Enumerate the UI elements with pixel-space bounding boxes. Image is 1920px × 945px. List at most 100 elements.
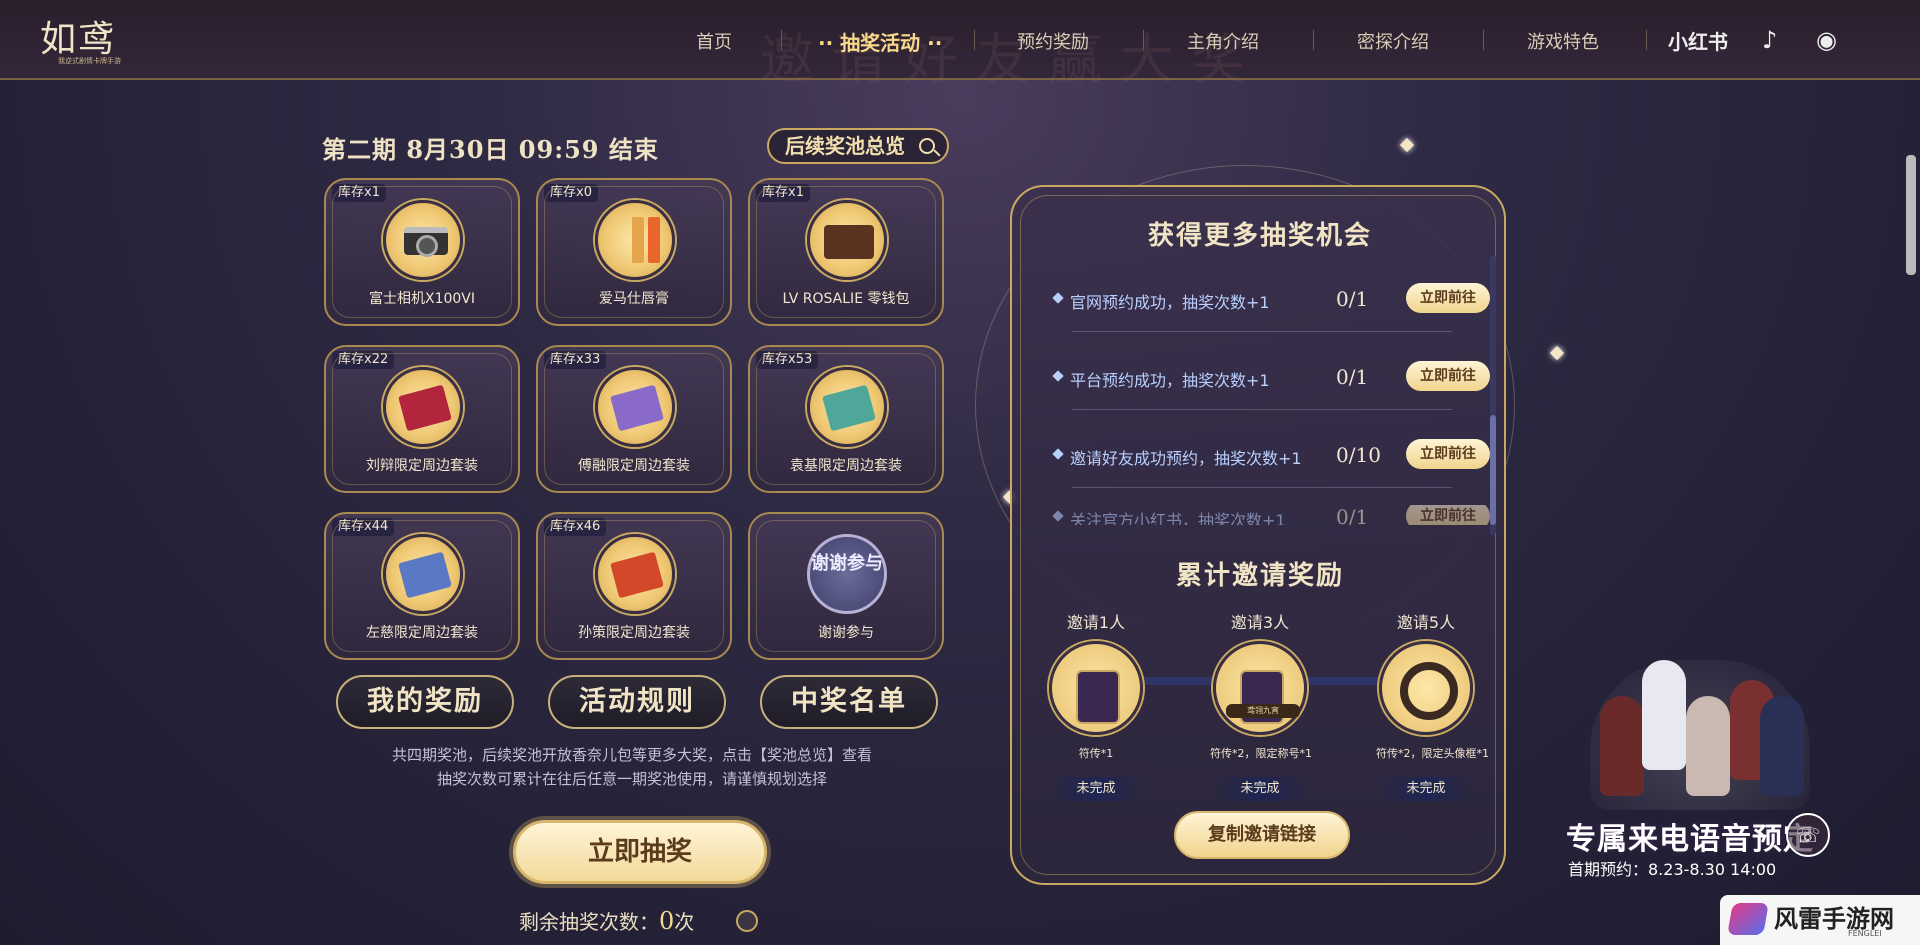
task-text: 平台预约成功，抽奖次数+1 [1070, 371, 1270, 390]
task-count: 0/1 [1336, 505, 1369, 525]
go-button[interactable]: 立即前往 [1406, 439, 1490, 469]
nav-protagonist[interactable]: 主角介绍 [1187, 28, 1259, 54]
go-button[interactable]: 立即前往 [1406, 283, 1490, 313]
remaining-draws: 剩余抽奖次数：0次 [519, 907, 695, 935]
tier-reward: 符传*1 [1078, 747, 1114, 760]
weibo-icon[interactable]: ◉ [1816, 26, 1837, 54]
top-navigation-bar: 邀请好友赢大奖 如鸢 我逆式剧情卡牌手游 首页 ·· 抽奖活动 ·· 预约奖励 主… [0, 0, 1920, 91]
stock-badge: 库存x22 [332, 351, 395, 369]
prize-card-furong: 库存x33 傅融限定周边套装 [536, 345, 732, 493]
winners-list-button[interactable]: 中奖名单 [760, 675, 938, 729]
wallet-icon [807, 200, 887, 280]
invite-title: 累计邀请奖励 [1175, 561, 1344, 591]
task-row: 官网预约成功，抽奖次数+1 0/1 立即前往 [1042, 281, 1490, 321]
lipstick-icon [595, 200, 675, 280]
period-info: 第二期 8月30日 09:59 结束 [322, 135, 659, 164]
xiaohongshu-link[interactable]: 小红书 [1668, 26, 1728, 55]
diamond-icon [1052, 370, 1064, 382]
invite-tier-3: 邀请3人 鸢翎九宵 符传*2，限定称号*1 未完成 [1210, 609, 1312, 801]
prize-card-wallet: 库存x1 LV ROSALIE 零钱包 [748, 178, 944, 326]
task-count: 0/1 [1336, 287, 1369, 311]
avatar-frame-icon [1379, 641, 1473, 735]
game-logo[interactable]: 如鸢 我逆式剧情卡牌手游 [40, 10, 135, 70]
tiktok-icon[interactable]: ♪ [1762, 26, 1777, 54]
refresh-icon[interactable] [736, 910, 758, 932]
nav-features[interactable]: 游戏特色 [1527, 28, 1599, 54]
task-count: 0/10 [1336, 443, 1381, 467]
prize-card-yuanji: 库存x53 袁基限定周边套装 [748, 345, 944, 493]
fenglei-logo-icon [1727, 903, 1769, 935]
invite-tier-1: 邀请1人 符传*1 未完成 [1046, 609, 1146, 801]
invite-tier-5: 邀请5人 符传*2，限定头像框*1 未完成 [1376, 609, 1489, 801]
prize-name: 爱马仕唇膏 [599, 291, 669, 307]
task-text: 关注官方小红书，抽奖次数+1 [1070, 511, 1286, 525]
camera-icon [383, 200, 463, 280]
prize-name: 孙策限定周边套装 [578, 625, 690, 641]
diamond-icon [1052, 292, 1064, 304]
tier-status: 未完成 [1211, 777, 1309, 801]
copy-invite-link-button[interactable]: 复制邀请链接 [1174, 811, 1350, 859]
prize-name: 袁基限定周边套装 [790, 458, 902, 474]
character-illustration [1590, 660, 1810, 810]
tasks-scrollbar[interactable] [1490, 255, 1496, 535]
task-row-clipped: 关注官方小红书，抽奖次数+1 0/1 立即前往 [1012, 505, 1508, 525]
nav-reservation-rewards[interactable]: 预约奖励 [1017, 28, 1089, 54]
stock-badge: 库存x46 [544, 518, 607, 536]
prize-card-sunce: 库存x46 孙策限定周边套装 [536, 512, 732, 660]
tier-label: 邀请1人 [1066, 613, 1126, 632]
page-scrollbar[interactable] [1906, 155, 1916, 275]
merch-book-icon [595, 534, 675, 614]
tier-label: 邀请3人 [1230, 613, 1290, 632]
diamond-icon [1052, 510, 1064, 522]
prize-name: LV ROSALIE 零钱包 [782, 291, 910, 307]
prize-card-thanks: 谢谢参与 谢谢参与 [748, 512, 944, 660]
prize-card-zuoci: 库存x44 左慈限定周边套装 [324, 512, 520, 660]
nav-lottery[interactable]: ·· 抽奖活动 ·· [818, 27, 942, 56]
nav-home[interactable]: 首页 [696, 28, 732, 54]
talisman-icon [1049, 641, 1143, 735]
pool-note: 共四期奖池，后续奖池开放香奈儿包等更多大奖，点击【奖池总览】查看 [391, 746, 872, 764]
activity-rules-button[interactable]: 活动规则 [548, 675, 726, 729]
voice-call-promo[interactable]: 专属来电语音预定 首期预约：8.23-8.30 14:00 [1560, 660, 1830, 890]
stock-badge: 库存x33 [544, 351, 607, 369]
go-button[interactable]: 立即前往 [1406, 361, 1490, 391]
tier-reward: 符传*2，限定头像框*1 [1376, 747, 1489, 760]
prize-name: 富士相机X100VI [368, 291, 476, 307]
chances-panel: 获得更多抽奖机会 官网预约成功，抽奖次数+1 0/1 立即前往 平台预约成功，抽… [1010, 185, 1506, 885]
prize-card-camera: 库存x1 富士相机X100VI [324, 178, 520, 326]
prize-name: 左慈限定周边套装 [366, 625, 478, 641]
tier-status: 未完成 [1377, 777, 1475, 801]
task-row: 邀请好友成功预约，抽奖次数+1 0/10 立即前往 [1042, 437, 1490, 477]
promo-title: 专属来电语音预定 [1566, 822, 1814, 857]
remaining-count: 0 [659, 907, 675, 935]
promo-date: 首期预约：8.23-8.30 14:00 [1568, 860, 1777, 879]
stock-badge: 库存x1 [332, 184, 386, 202]
stock-badge: 库存x53 [756, 351, 819, 369]
talisman-title-icon: 鸢翎九宵 [1213, 641, 1307, 735]
prize-name: 刘辩限定周边套装 [366, 458, 478, 474]
nav-agents[interactable]: 密探介绍 [1357, 28, 1429, 54]
thanks-badge: 谢谢参与 [807, 534, 887, 614]
tier-status: 未完成 [1047, 777, 1145, 801]
draw-now-button[interactable]: 立即抽奖 [513, 820, 767, 884]
diamond-icon [1052, 448, 1064, 460]
merch-book-icon [383, 367, 463, 447]
task-text: 官网预约成功，抽奖次数+1 [1070, 293, 1270, 312]
sparkle-icon [1549, 345, 1565, 361]
go-button[interactable]: 立即前往 [1406, 505, 1490, 525]
prize-card-liubian: 库存x22 刘辩限定周边套装 [324, 345, 520, 493]
watermark: 风雷手游网 FENGLEI [1720, 895, 1920, 945]
phone-icon[interactable]: ☏ [1786, 813, 1830, 857]
tier-reward: 符传*2，限定称号*1 [1210, 747, 1312, 760]
prize-pool-overview-button[interactable]: 后续奖池总览 [767, 128, 949, 164]
prize-name: 傅融限定周边套装 [578, 458, 690, 474]
merch-book-icon [595, 367, 675, 447]
merch-book-icon [807, 367, 887, 447]
stock-badge: 库存x44 [332, 518, 395, 536]
tier-label: 邀请5人 [1396, 613, 1456, 632]
task-text: 邀请好友成功预约，抽奖次数+1 [1070, 449, 1302, 468]
my-rewards-button[interactable]: 我的奖励 [336, 675, 514, 729]
stock-badge: 库存x1 [756, 184, 810, 202]
prize-name: 谢谢参与 [818, 625, 874, 641]
task-count: 0/1 [1336, 365, 1369, 389]
